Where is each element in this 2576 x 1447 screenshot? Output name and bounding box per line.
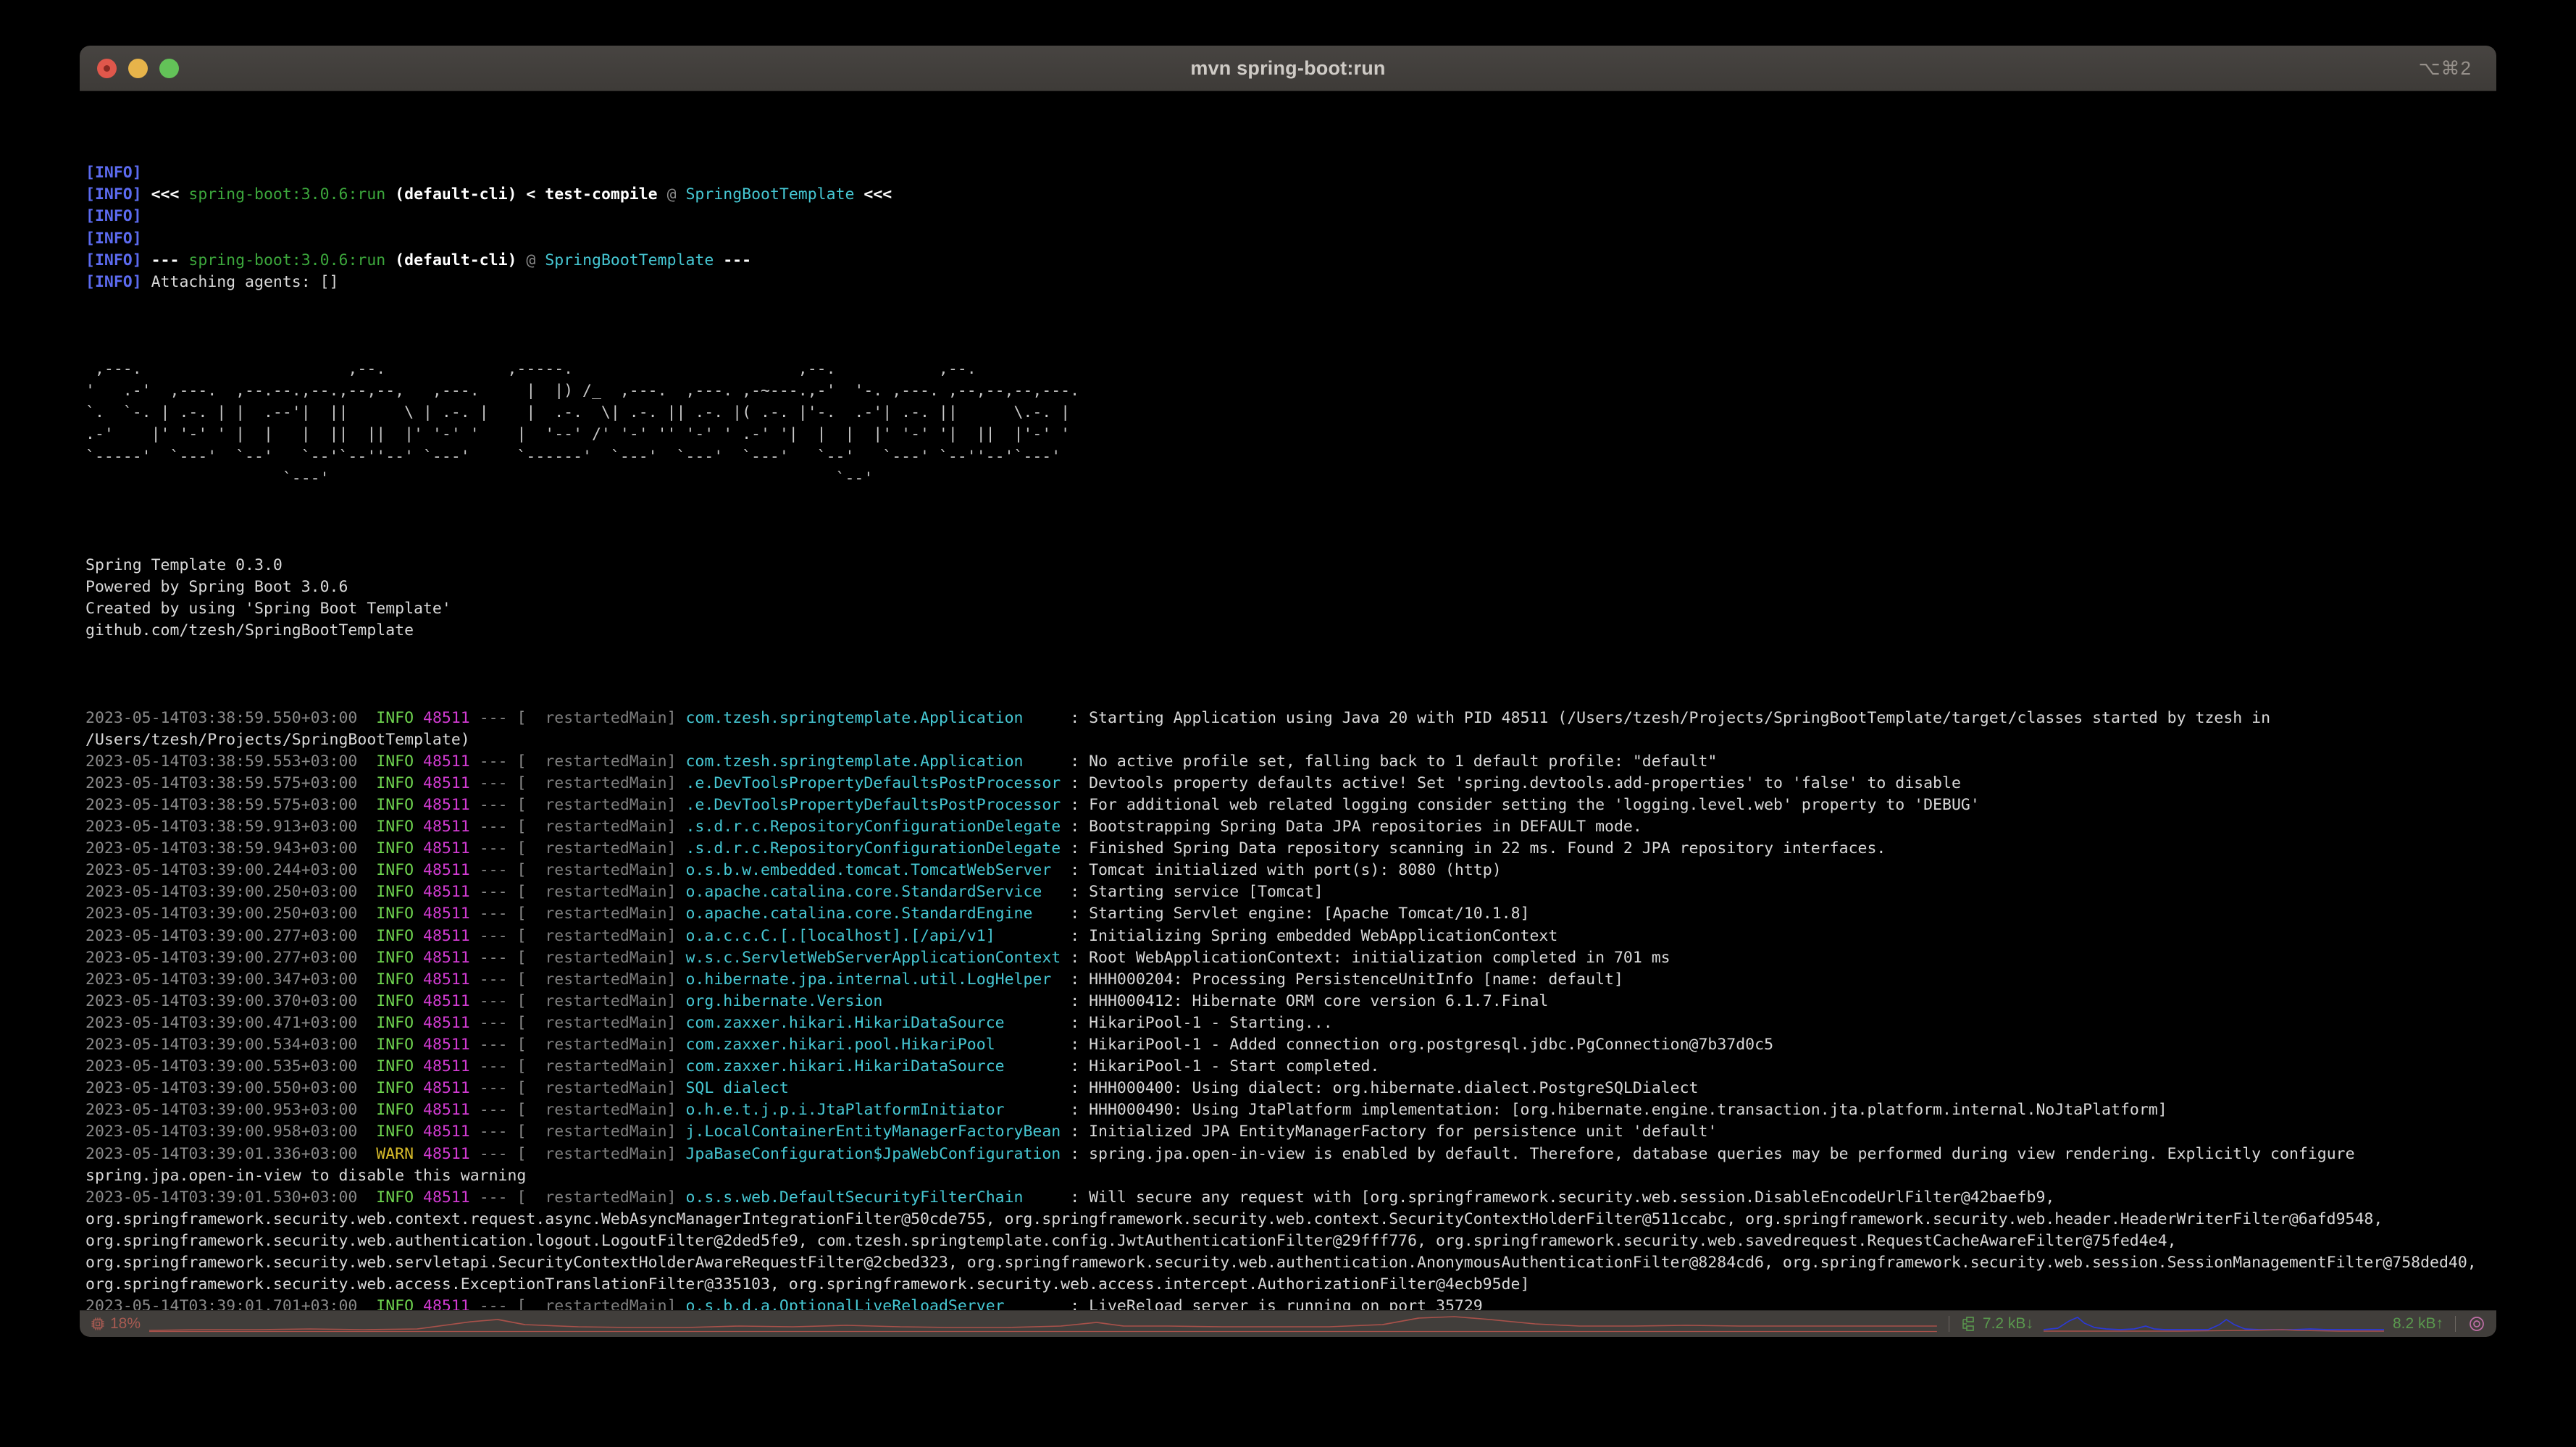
log-line: 2023-05-14T03:38:59.575+03:00 INFO 48511…: [85, 796, 1980, 814]
log-line: 2023-05-14T03:38:59.575+03:00 INFO 48511…: [85, 773, 1961, 792]
log-line: 2023-05-14T03:38:59.553+03:00 INFO 48511…: [85, 752, 1718, 771]
app-info-line: Powered by Spring Boot 3.0.6: [85, 578, 348, 597]
terminal-output[interactable]: [INFO] [INFO] <<< spring-boot:3.0.6:run (…: [80, 91, 2496, 1310]
log-line: 2023-05-14T03:39:00.277+03:00 INFO 48511…: [85, 948, 1670, 967]
log-line: 2023-05-14T03:39:00.244+03:00 INFO 48511…: [85, 861, 1502, 880]
cpu-icon: [90, 1316, 106, 1332]
network-status-group[interactable]: 7.2 kB↓ 8.2 kB↑: [1961, 1311, 2443, 1337]
log-line: 2023-05-14T03:39:00.534+03:00 INFO 48511…: [85, 1036, 1774, 1054]
network-download-label: 7.2 kB↓: [1982, 1315, 2033, 1332]
log-line: 2023-05-14T03:39:00.250+03:00 INFO 48511…: [85, 905, 1530, 923]
log-line: 2023-05-14T03:39:00.535+03:00 INFO 48511…: [85, 1057, 1380, 1076]
maven-log-line: [INFO] <<< spring-boot:3.0.6:run (defaul…: [85, 185, 892, 204]
cpu-usage-label: 18%: [110, 1315, 141, 1332]
status-bar[interactable]: 18% 7.2 kB↓ 8.2 kB↑: [80, 1310, 2496, 1337]
log-line: 2023-05-14T03:38:59.913+03:00 INFO 48511…: [85, 818, 1642, 836]
log-line: 2023-05-14T03:39:01.530+03:00 INFO 48511…: [85, 1188, 2486, 1294]
log-line: 2023-05-14T03:39:00.370+03:00 INFO 48511…: [85, 991, 1549, 1010]
log-line: 2023-05-14T03:38:59.943+03:00 INFO 48511…: [85, 839, 1886, 858]
app-info-line: github.com/tzesh/SpringBootTemplate: [85, 621, 414, 640]
application-info-block: Spring Template 0.3.0 Powered by Spring B…: [85, 555, 2496, 642]
app-info-line: Spring Template 0.3.0: [85, 555, 283, 574]
maximize-button[interactable]: [159, 58, 179, 78]
maven-output-block: [INFO] [INFO] <<< spring-boot:3.0.6:run (…: [85, 162, 2496, 293]
maven-log-line: [INFO] Attaching agents: []: [85, 272, 339, 291]
log-line: 2023-05-14T03:39:00.550+03:00 INFO 48511…: [85, 1079, 1699, 1098]
window-controls[interactable]: [97, 58, 179, 78]
cpu-sparkline: [149, 1316, 1937, 1333]
log-line: 2023-05-14T03:38:59.550+03:00 INFO 48511…: [85, 708, 2280, 749]
cpu-status-group[interactable]: 18%: [90, 1311, 1937, 1337]
log-line: 2023-05-14T03:39:01.701+03:00 INFO 48511…: [85, 1297, 1483, 1310]
log-line: 2023-05-14T03:39:01.336+03:00 WARN 48511…: [85, 1144, 2364, 1185]
maven-log-line: [INFO]: [85, 164, 142, 183]
spring-log-block: 2023-05-14T03:38:59.550+03:00 INFO 48511…: [85, 708, 2496, 1310]
terminal-window[interactable]: mvn spring-boot:run ⌥⌘2 [INFO] [INFO] <<<…: [80, 46, 2496, 1337]
log-line: 2023-05-14T03:39:00.953+03:00 INFO 48511…: [85, 1101, 2167, 1120]
close-button[interactable]: [97, 58, 117, 78]
minimize-button[interactable]: [128, 58, 148, 78]
record-status-group[interactable]: [2467, 1311, 2486, 1337]
maven-log-line: [INFO] --- spring-boot:3.0.6:run (defaul…: [85, 251, 752, 269]
title-bar[interactable]: mvn spring-boot:run ⌥⌘2: [80, 46, 2496, 91]
status-divider-2: [2455, 1316, 2456, 1332]
app-info-line: Created by using 'Spring Boot Template': [85, 600, 451, 618]
maven-log-line: [INFO]: [85, 207, 142, 226]
network-upload-label: 8.2 kB↑: [2392, 1315, 2443, 1332]
log-line: 2023-05-14T03:39:00.277+03:00 INFO 48511…: [85, 926, 1558, 945]
log-line: 2023-05-14T03:39:00.471+03:00 INFO 48511…: [85, 1013, 1333, 1032]
window-title: mvn spring-boot:run: [1190, 56, 1386, 79]
network-icon: [1961, 1316, 1975, 1332]
window-shortcut-label: ⌥⌘2: [2418, 56, 2472, 79]
network-sparkline: [2043, 1317, 2384, 1332]
maven-log-line: [INFO]: [85, 229, 142, 248]
log-line: 2023-05-14T03:39:00.347+03:00 INFO 48511…: [85, 970, 1623, 989]
log-line: 2023-05-14T03:39:00.250+03:00 INFO 48511…: [85, 883, 1323, 902]
log-line: 2023-05-14T03:39:00.958+03:00 INFO 48511…: [85, 1123, 1718, 1141]
spring-ascii-banner: ,---. ,--. ,-----. ,--. ,--. ' .-' ,---.…: [85, 360, 1080, 487]
record-icon[interactable]: [2467, 1314, 2486, 1333]
